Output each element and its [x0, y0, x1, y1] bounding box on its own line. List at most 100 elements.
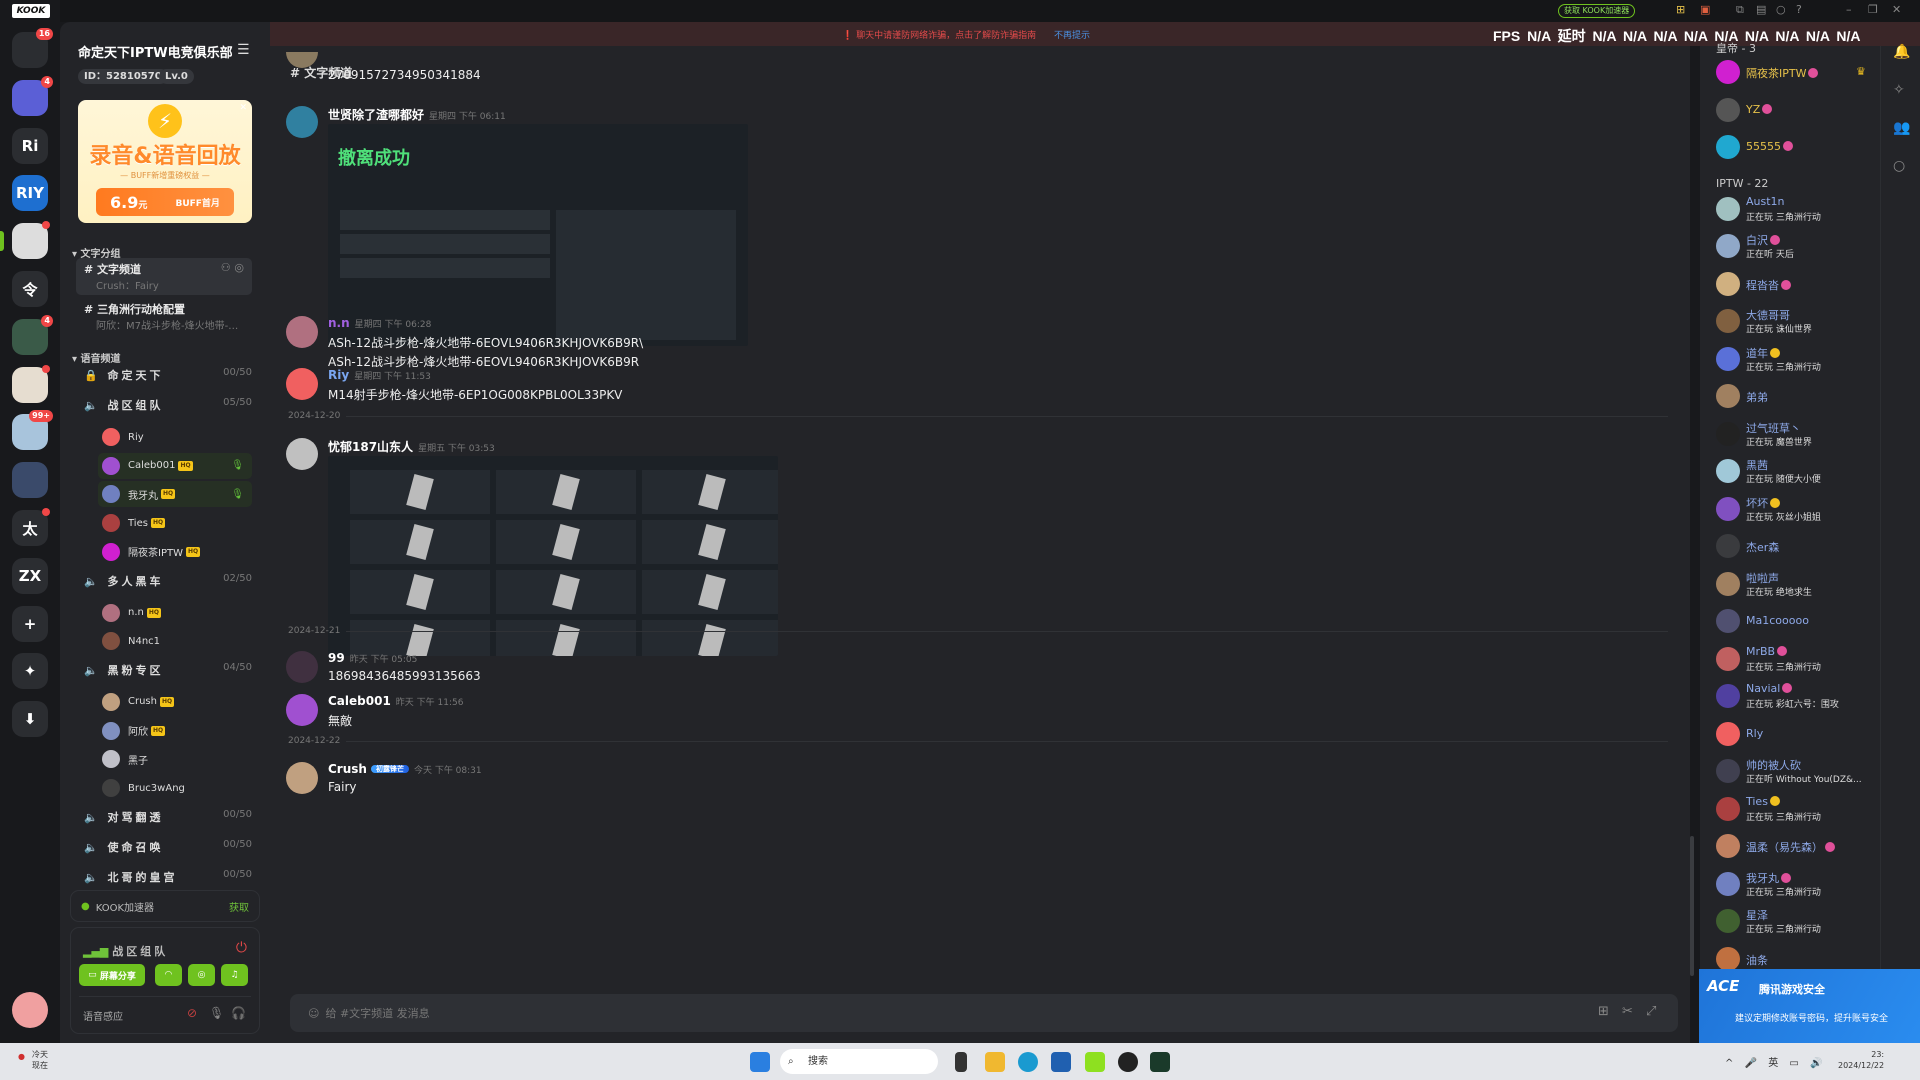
member-item[interactable]: MrBB 正在玩 三角洲行动	[1716, 643, 1876, 675]
file-explorer-icon[interactable]	[985, 1052, 1005, 1072]
add-server-server[interactable]: +	[12, 605, 48, 642]
avatar[interactable]	[286, 368, 318, 400]
bell-server[interactable]: 4	[12, 75, 53, 116]
voice-user[interactable]: N4nc1	[98, 628, 252, 654]
member-item[interactable]: Ties 正在玩 三角洲行动	[1716, 793, 1876, 825]
avatar[interactable]	[286, 106, 318, 138]
voice-user[interactable]: Bruc3wAng	[98, 775, 252, 801]
server-icon[interactable]: Ri	[12, 127, 48, 164]
pin-icon[interactable]: ✧	[1893, 82, 1905, 98]
invite-icon[interactable]: ⚇ ◎	[221, 261, 244, 274]
member-item[interactable]: Navial 正在玩 彩虹六号：围攻	[1716, 680, 1876, 712]
warning-text[interactable]: ❗ 聊天中请谨防网络诈骗，点击了解防诈骗指南	[842, 28, 1036, 41]
member-item[interactable]: 杰er森	[1716, 530, 1876, 562]
server-icon[interactable]	[12, 364, 50, 403]
weather-widget[interactable]: ● 冷天 现在	[18, 1049, 48, 1071]
menu-icon[interactable]: ☰	[237, 42, 250, 58]
voice-user[interactable]: 隔夜茶IPTW HQ	[98, 539, 252, 565]
gift-icon[interactable]: ⊞	[1676, 3, 1685, 16]
promo-offer[interactable]: 6.9元 BUFF首月	[96, 188, 234, 216]
text-channel[interactable]: # 文字频道 ⚇ ◎ Crush：Fairy	[76, 258, 252, 295]
voice-channel[interactable]: 🔈 多人黑车 02/50	[84, 573, 252, 589]
member-item[interactable]: YZ	[1716, 94, 1876, 126]
member-item[interactable]: 白沢 正在听 天后	[1716, 230, 1876, 262]
server-icon[interactable]: 4	[12, 314, 53, 355]
soundboard-button[interactable]: ◠	[155, 964, 182, 986]
window-icon[interactable]: ▤	[1756, 3, 1766, 16]
member-item[interactable]: 温柔（易先森）	[1716, 830, 1876, 862]
minimize-icon[interactable]: –	[1846, 3, 1852, 16]
server-icon[interactable]: ZX	[12, 557, 48, 594]
disconnect-icon[interactable]: ⏻	[236, 940, 247, 956]
help-icon[interactable]: ?	[1796, 3, 1802, 16]
member-item[interactable]: Ma1cooooo	[1716, 605, 1876, 637]
voice-channel[interactable]: 🔈 战区组队 05/50	[84, 397, 252, 413]
avatar[interactable]	[286, 651, 318, 683]
discover-server[interactable]: ✦	[12, 653, 48, 690]
voice-user[interactable]: 我牙丸 HQ 🎙	[98, 481, 252, 508]
member-item[interactable]: 隔夜茶IPTW ♛	[1716, 56, 1876, 88]
clock[interactable]: 23: 2024/12/22	[1838, 1049, 1884, 1071]
dismiss-link[interactable]: 不再提示	[1054, 28, 1090, 41]
member-item[interactable]: 弟弟	[1716, 380, 1876, 412]
store-icon[interactable]	[1051, 1052, 1071, 1072]
member-item[interactable]: 黑茜 正在玩 随便大小便	[1716, 455, 1876, 487]
security-toast[interactable]: ACE 腾讯游戏安全 建议定期修改账号密码，提升账号安全	[1699, 969, 1920, 1043]
voice-user[interactable]: Ties HQ	[98, 510, 252, 536]
server-icon[interactable]: 令	[12, 271, 48, 307]
voice-user[interactable]: 黑子	[98, 746, 252, 772]
microphone-icon[interactable]: 🎙	[209, 1006, 224, 1020]
search-icon[interactable]: ○	[1776, 3, 1786, 16]
message-input[interactable]: ☺ 给 #文字频道 发消息	[290, 994, 1678, 1032]
connected-channel[interactable]: 战区组队	[112, 945, 168, 958]
system-tray[interactable]: ^ 🎤 英 ▭ 🔊	[1725, 1054, 1822, 1069]
start-icon[interactable]	[750, 1052, 770, 1072]
music-add-button[interactable]: ♫	[221, 964, 248, 986]
voice-mode[interactable]: 语音感应	[83, 1008, 123, 1023]
text-channel[interactable]: # 三角洲行动枪配置 阿欣：M7战斗步枪-烽火地带-6EP...	[76, 298, 252, 335]
kook-taskbar-icon[interactable]	[1085, 1052, 1105, 1072]
get-accelerator-button[interactable]: 获取 KOOK加速器	[1558, 4, 1636, 18]
edge-icon[interactable]	[1018, 1052, 1038, 1072]
member-item[interactable]: 坏坏 正在玩 灰丝小姐姐	[1716, 493, 1876, 525]
accelerator-get-link[interactable]: 获取	[229, 899, 249, 914]
member-item[interactable]: 道年 正在玩 三角洲行动	[1716, 343, 1876, 375]
member-item[interactable]: 过气班草丶 正在玩 魔兽世界	[1716, 418, 1876, 450]
member-item[interactable]: Aust1n 正在玩 三角洲行动	[1716, 193, 1876, 225]
music-disc-button[interactable]: ◎	[188, 964, 215, 986]
member-item[interactable]: 我牙丸 正在玩 三角洲行动	[1716, 868, 1876, 900]
game-app-icon[interactable]	[1150, 1052, 1170, 1072]
avatar[interactable]	[286, 762, 318, 794]
voice-user[interactable]: Crush HQ	[98, 689, 252, 715]
bell-icon[interactable]: 🔔	[1893, 44, 1910, 60]
voice-channel[interactable]: 🔈 北哥的皇宫 00/50	[84, 869, 252, 885]
headset-icon[interactable]: 🎧	[231, 1006, 246, 1020]
member-item[interactable]: 星泽 正在玩 三角洲行动	[1716, 905, 1876, 937]
user-avatar[interactable]	[12, 992, 48, 1028]
member-item[interactable]: 大德哥哥 正在玩 诛仙世界	[1716, 305, 1876, 337]
close-icon[interactable]: ✕	[1892, 3, 1901, 16]
shop-icon[interactable]: ▣	[1700, 3, 1710, 16]
avatar[interactable]	[286, 438, 318, 470]
member-item[interactable]: 帅的被人砍 正在听 Without You(DZ&...	[1716, 755, 1876, 787]
close-icon[interactable]: ✕	[239, 103, 247, 113]
avatar[interactable]	[286, 694, 318, 726]
search-icon[interactable]: ○	[1893, 158, 1905, 174]
chat-scrollbar[interactable]	[1690, 836, 1694, 976]
emoji-icon[interactable]: ☺	[308, 1007, 319, 1020]
voice-user[interactable]: 阿欣 HQ	[98, 718, 252, 744]
accelerator-bar[interactable]: ● KOOK加速器 获取	[70, 890, 260, 922]
member-item[interactable]: 程沓沓	[1716, 268, 1876, 300]
category-voice[interactable]: ▾ 语音频道	[72, 350, 121, 365]
server-icon[interactable]: RIY	[12, 175, 48, 212]
taskview-icon[interactable]	[955, 1052, 967, 1072]
app-icon[interactable]	[1118, 1052, 1138, 1072]
voice-channel[interactable]: 🔒 命定天下 00/50	[84, 367, 252, 383]
voice-channel[interactable]: 🔈 使命召唤 00/50	[84, 839, 252, 855]
server-icon[interactable]: 99+	[12, 410, 53, 451]
member-item[interactable]: 啦啦声 正在玩 绝地求生	[1716, 568, 1876, 600]
copy-icon[interactable]: ⧉	[1736, 3, 1744, 17]
screen-share-button[interactable]: ▭ 屏幕分享	[79, 964, 145, 986]
voice-channel[interactable]: 🔈 黑粉专区 04/50	[84, 662, 252, 678]
taskbar-search[interactable]: ⌕ 搜索	[780, 1049, 938, 1074]
